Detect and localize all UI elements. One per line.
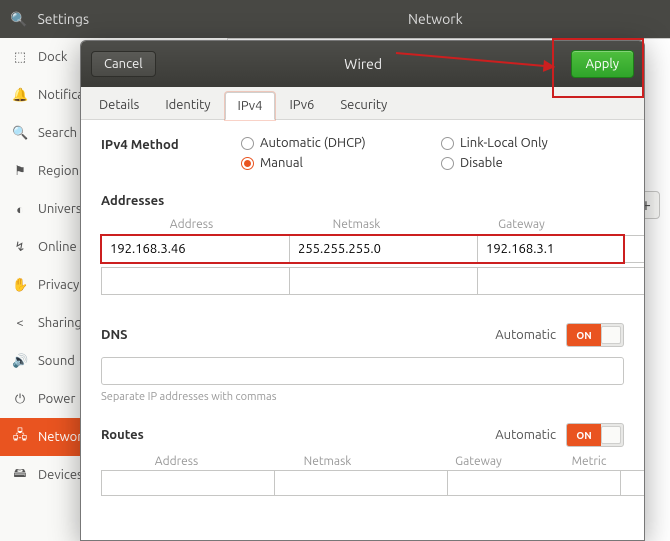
tab-ipv6[interactable]: IPv6	[277, 92, 326, 120]
tab-details[interactable]: Details	[87, 92, 151, 120]
cancel-button[interactable]: Cancel	[91, 51, 156, 77]
ipv4-method-label: IPv4 Method	[101, 138, 241, 152]
gateway-input[interactable]	[478, 235, 644, 263]
dialog-title: Wired	[156, 56, 571, 72]
sidebar-icon: ⬚	[12, 50, 28, 65]
sidebar-icon: ⏻	[12, 392, 28, 407]
radio-dot-icon	[441, 137, 454, 150]
dns-label: DNS	[101, 328, 128, 342]
sidebar-icon: 🔔	[12, 88, 28, 103]
sidebar-item-label: Sharing	[38, 316, 82, 330]
sidebar-icon: ◐	[12, 202, 28, 217]
col-gateway: Gateway	[439, 218, 604, 231]
address-row: ✕	[101, 267, 624, 295]
col-address: Address	[101, 455, 252, 468]
settings-titlebar: 🔍 Settings Network	[0, 0, 670, 38]
sidebar-item-label: Power	[38, 392, 75, 406]
radio-automatic-dhcp-[interactable]: Automatic (DHCP)	[241, 136, 441, 150]
route-row: ✕	[101, 470, 624, 496]
address-row: ✕	[101, 235, 624, 263]
route-netmask-input[interactable]	[275, 470, 448, 496]
ipv4-panel: IPv4 Method Automatic (DHCP) Link-Local O…	[81, 120, 644, 540]
gateway-input[interactable]	[478, 267, 644, 295]
routes-automatic-toggle[interactable]: ON	[566, 423, 624, 447]
col-gateway: Gateway	[403, 455, 554, 468]
routes-header: Address Netmask Gateway Metric	[101, 455, 624, 468]
radio-label: Link-Local Only	[460, 136, 548, 150]
switch-on-label: ON	[567, 324, 601, 346]
route-gateway-input[interactable]	[448, 470, 621, 496]
radio-label: Automatic (DHCP)	[260, 136, 366, 150]
radio-dot-icon	[241, 157, 254, 170]
tab-identity[interactable]: Identity	[153, 92, 222, 120]
netmask-input[interactable]	[290, 235, 478, 263]
sidebar-item-label: Devices	[38, 468, 83, 482]
automatic-label: Automatic	[495, 428, 556, 442]
address-header: Address Netmask Gateway	[101, 218, 624, 235]
switch-knob	[601, 326, 621, 344]
dns-hint: Separate IP addresses with commas	[101, 391, 624, 403]
col-netmask: Netmask	[252, 455, 403, 468]
switch-on-label: ON	[567, 424, 601, 446]
apply-button[interactable]: Apply	[571, 50, 634, 78]
address-input[interactable]	[101, 267, 290, 295]
sidebar-item-label: Sound	[38, 354, 75, 368]
switch-knob	[601, 426, 621, 444]
radio-link-local-only[interactable]: Link-Local Only	[441, 136, 641, 150]
col-netmask: Netmask	[274, 218, 439, 231]
dialog-header: Cancel Wired Apply	[81, 41, 644, 87]
addresses-label: Addresses	[101, 194, 624, 208]
radio-manual[interactable]: Manual	[241, 156, 441, 170]
radio-label: Disable	[460, 156, 503, 170]
radio-label: Manual	[260, 156, 303, 170]
panel-title: Network	[408, 11, 463, 27]
netmask-input[interactable]	[290, 267, 478, 295]
radio-dot-icon	[241, 137, 254, 150]
address-input[interactable]	[101, 235, 290, 263]
radio-dot-icon	[441, 157, 454, 170]
sidebar-item-label: Privacy	[38, 278, 79, 292]
dialog-tabs: DetailsIdentityIPv4IPv6Security	[81, 87, 644, 120]
sidebar-item-label: Search	[38, 126, 77, 140]
tab-ipv4[interactable]: IPv4	[225, 92, 276, 120]
sidebar-icon: 🔍	[12, 126, 28, 141]
sidebar-icon: 🖴	[12, 464, 28, 486]
connection-dialog: Cancel Wired Apply DetailsIdentityIPv4IP…	[80, 40, 645, 541]
sidebar-icon: 🖧	[12, 426, 28, 448]
routes-label: Routes	[101, 428, 144, 442]
dns-input[interactable]	[101, 357, 624, 385]
sidebar-item-label: Dock	[38, 50, 67, 64]
search-icon[interactable]: 🔍	[10, 11, 27, 28]
sidebar-icon: ↯	[12, 240, 28, 255]
sidebar-icon: ✋	[12, 278, 28, 293]
settings-title: Settings	[37, 11, 89, 27]
route-metric-input[interactable]	[621, 470, 644, 496]
route-address-input[interactable]	[101, 470, 275, 496]
automatic-label: Automatic	[495, 328, 556, 342]
tab-security[interactable]: Security	[328, 92, 399, 120]
sidebar-icon: <	[12, 316, 28, 330]
col-metric: Metric	[554, 455, 624, 468]
sidebar-icon: ⚑	[12, 164, 28, 179]
col-address: Address	[109, 218, 274, 231]
sidebar-icon: 🔊	[12, 354, 28, 369]
radio-disable[interactable]: Disable	[441, 156, 641, 170]
dns-automatic-toggle[interactable]: ON	[566, 323, 624, 347]
